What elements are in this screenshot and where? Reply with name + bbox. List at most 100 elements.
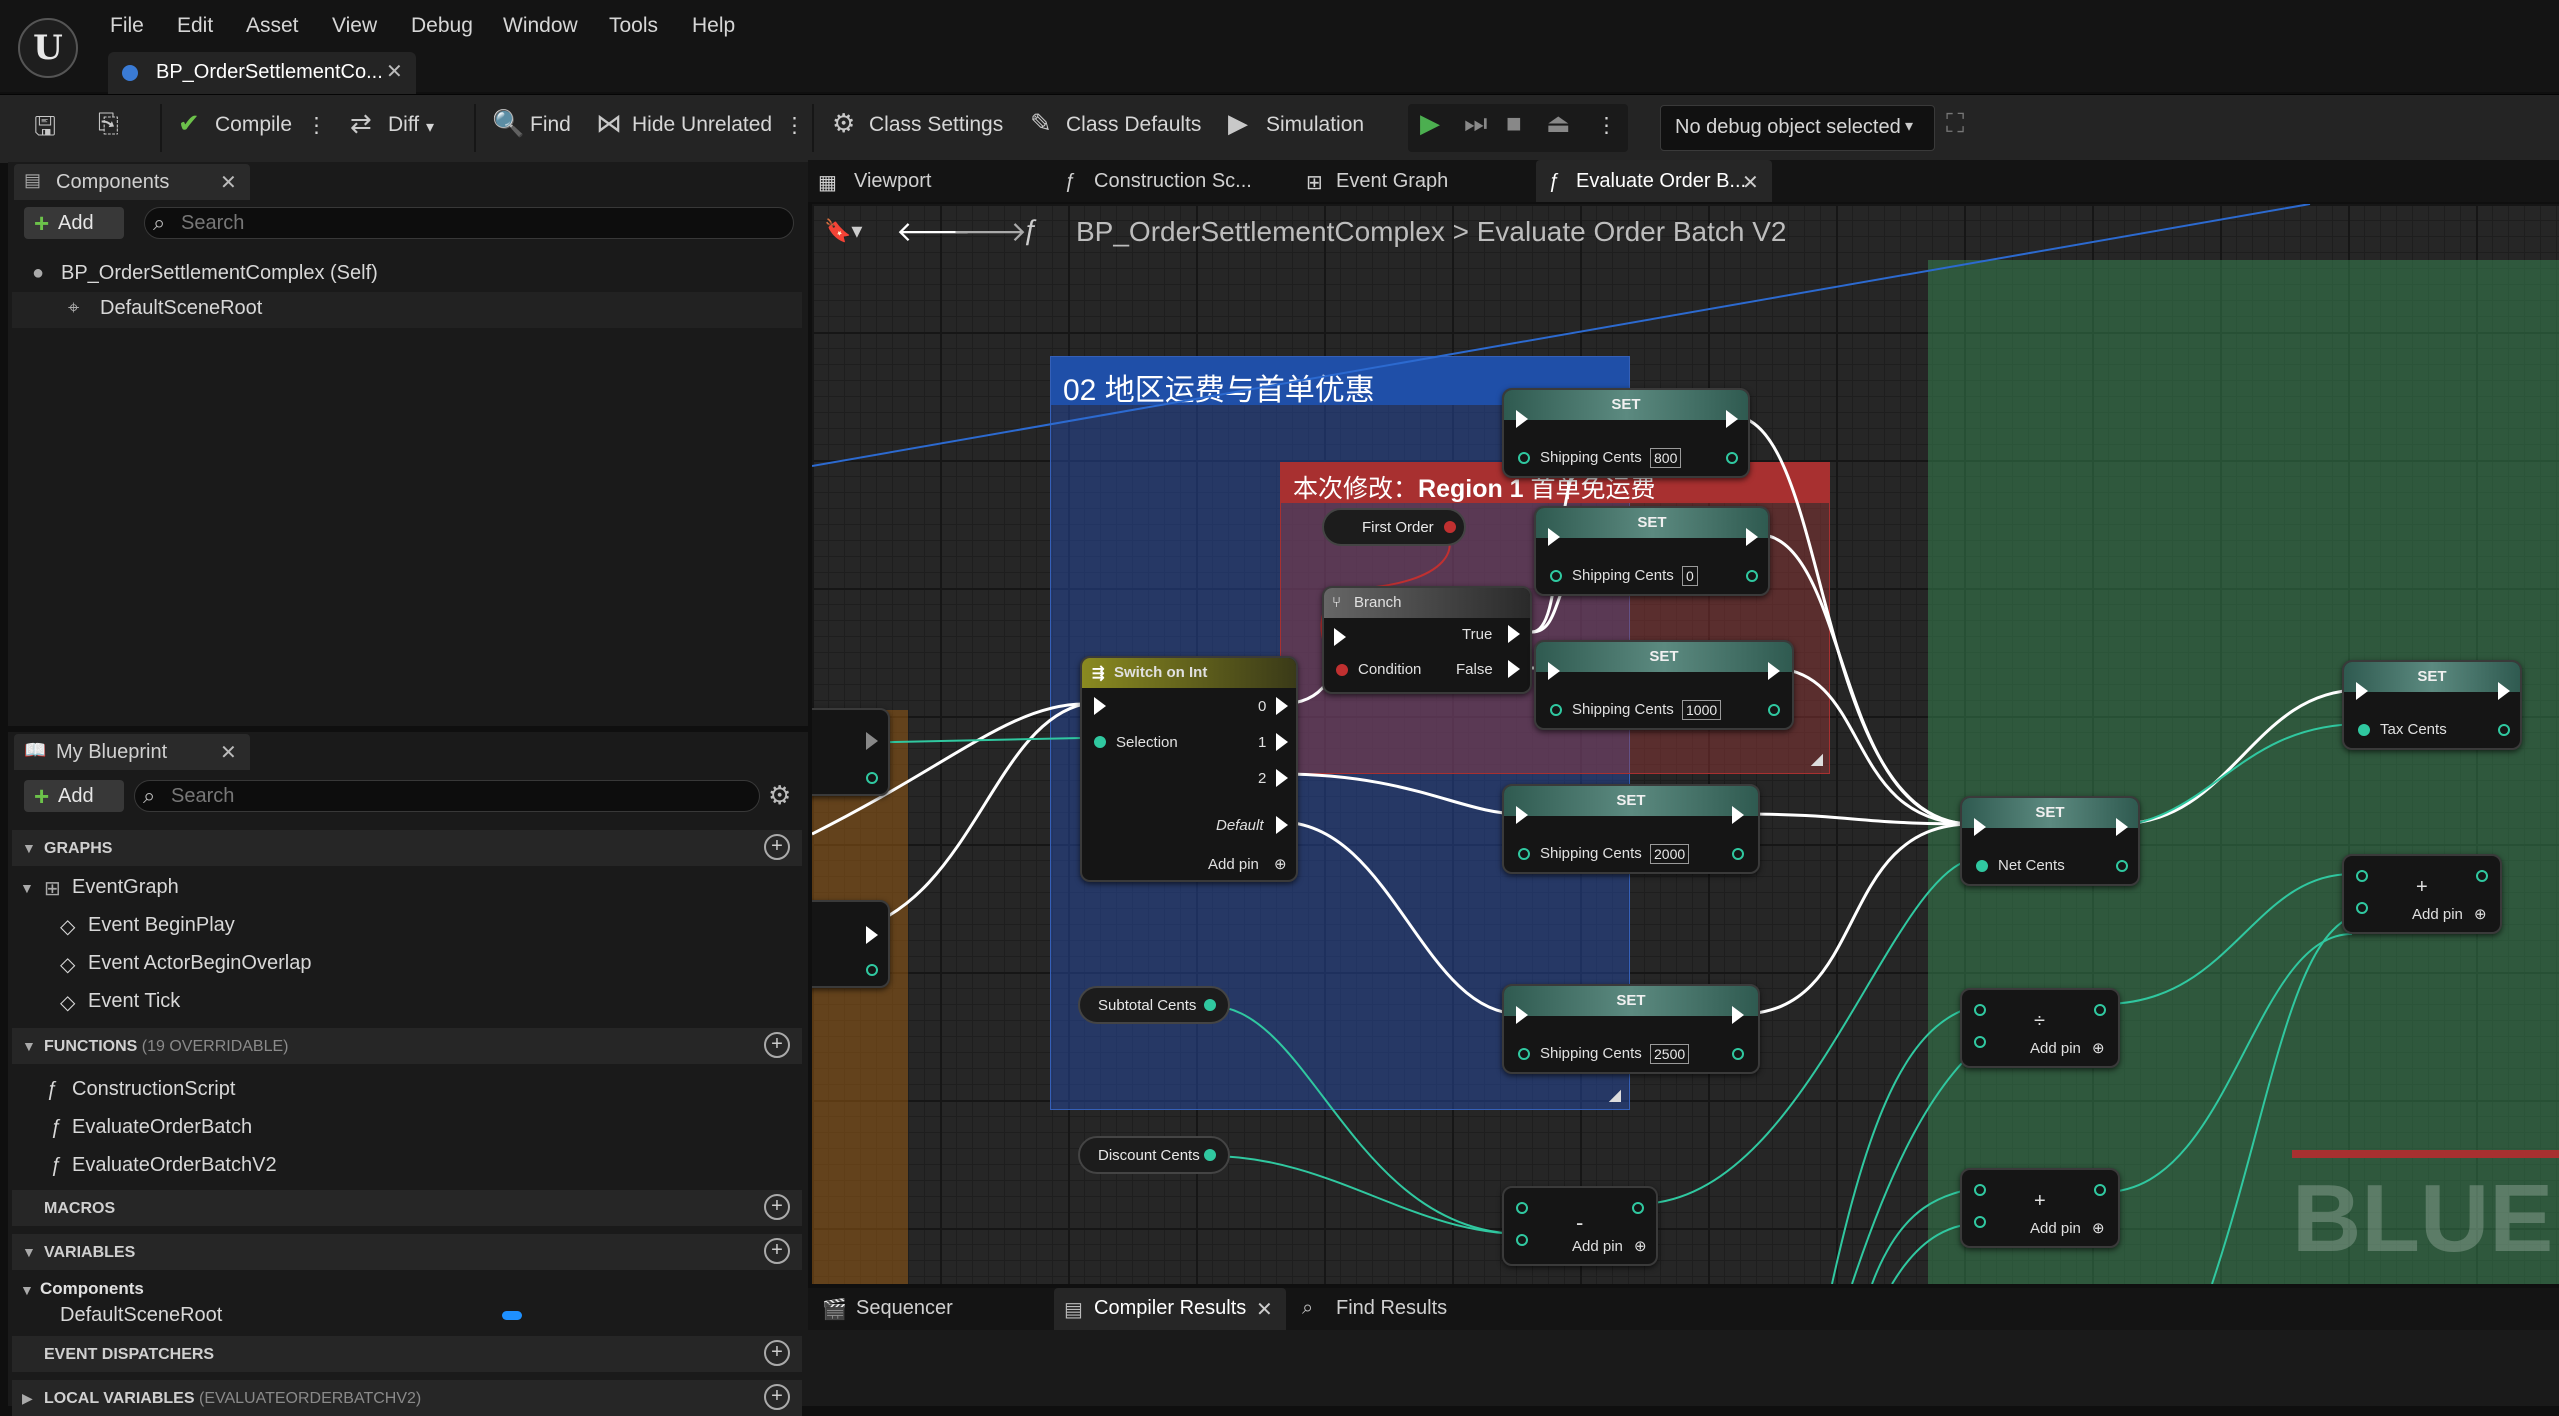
node-set-shipping-2000[interactable]: SET Shipping Cents 2000: [1502, 784, 1760, 874]
diff-icon[interactable]: ⇄: [350, 108, 372, 139]
value-input[interactable]: 2500: [1650, 1044, 1690, 1064]
stop-icon[interactable]: ■: [1506, 108, 1522, 139]
true-pin[interactable]: [1508, 625, 1520, 643]
variable-category[interactable]: Components: [40, 1279, 144, 1299]
exec-in-pin[interactable]: [1548, 662, 1560, 680]
float-out-pin[interactable]: [1204, 1149, 1216, 1161]
add-circle-icon[interactable]: +: [764, 1340, 790, 1366]
menu-asset[interactable]: Asset: [246, 14, 299, 38]
exec-in-pin[interactable]: [1516, 1006, 1528, 1024]
my-blueprint-add-button[interactable]: + Add: [24, 780, 124, 812]
variables-section[interactable]: ▼ VARIABLES +: [12, 1234, 802, 1270]
diff-button[interactable]: Diff: [388, 113, 419, 137]
add-circle-icon[interactable]: +: [764, 834, 790, 860]
edit-pen-icon[interactable]: ✎: [1030, 108, 1052, 139]
exec-out-pin[interactable]: [866, 732, 878, 750]
float-in-pin[interactable]: [1516, 1234, 1528, 1246]
add-pin-button[interactable]: Add pin: [2030, 1040, 2081, 1057]
float-out-pin[interactable]: [1204, 999, 1216, 1011]
hide-unrelated-button[interactable]: Hide Unrelated: [632, 113, 772, 137]
node-offscreen-2[interactable]: [812, 900, 890, 988]
hide-unrelated-icon[interactable]: ⋈: [596, 108, 622, 139]
find-button[interactable]: Find: [530, 113, 571, 137]
case-2-pin[interactable]: [1276, 769, 1288, 787]
value-input[interactable]: 0: [1682, 566, 1698, 586]
collapse-icon[interactable]: ▼: [20, 1282, 34, 1298]
float-out-pin[interactable]: [1732, 1048, 1744, 1060]
node-set-shipping-800[interactable]: SET Shipping Cents 800: [1502, 388, 1750, 478]
simulation-icon[interactable]: ▶: [1228, 108, 1248, 139]
close-icon[interactable]: ✕: [1256, 1297, 1273, 1322]
menu-file[interactable]: File: [110, 14, 144, 38]
value-input[interactable]: 800: [1650, 448, 1682, 468]
node-set-net-cents[interactable]: SET Net Cents: [1960, 796, 2140, 886]
class-defaults-button[interactable]: Class Defaults: [1066, 113, 1201, 137]
play-options-icon[interactable]: ⋮: [1596, 113, 1617, 138]
debug-filter-icon[interactable]: ⛶: [1946, 108, 1964, 140]
bookmark-icon[interactable]: 🔖▾: [824, 218, 862, 244]
collapse-icon[interactable]: ▼: [20, 880, 34, 896]
node-set-shipping-1000[interactable]: SET Shipping Cents 1000: [1534, 640, 1794, 730]
function-evaluate-order-batch-v2[interactable]: EvaluateOrderBatchV2: [72, 1154, 277, 1177]
float-in-pin[interactable]: [1974, 1036, 1986, 1048]
float-out-pin[interactable]: [1768, 704, 1780, 716]
graphs-section[interactable]: ▼ GRAPHS +: [12, 830, 802, 866]
float-in-pin[interactable]: [1974, 1004, 1986, 1016]
tab-compiler-results[interactable]: Compiler Results: [1094, 1297, 1246, 1320]
components-tab[interactable]: ▤ Components ✕: [14, 164, 250, 200]
menu-edit[interactable]: Edit: [177, 14, 213, 38]
save-icon[interactable]: 🖫: [34, 108, 56, 152]
add-pin-button[interactable]: Add pin: [1572, 1238, 1623, 1255]
forward-arrow-icon[interactable]: 🡒: [952, 214, 1027, 248]
add-circle-icon[interactable]: ⊕: [2092, 1219, 2105, 1237]
tab-find-results[interactable]: Find Results: [1336, 1297, 1447, 1320]
node-set-shipping-2500[interactable]: SET Shipping Cents 2500: [1502, 984, 1760, 1074]
value-input[interactable]: 2000: [1650, 844, 1690, 864]
bool-out-pin[interactable]: [1444, 521, 1456, 533]
float-out-pin[interactable]: [1632, 1202, 1644, 1214]
float-out-pin[interactable]: [2094, 1004, 2106, 1016]
node-first-order[interactable]: First Order: [1322, 508, 1466, 546]
tab-evaluate-order-batch[interactable]: ƒ Evaluate Order B... ✕: [1536, 160, 1772, 202]
my-blueprint-search-input[interactable]: ⌕ Search: [134, 780, 760, 812]
close-icon[interactable]: ✕: [220, 740, 237, 765]
variable-default-scene-root[interactable]: DefaultSceneRoot: [60, 1304, 222, 1327]
exec-out-pin[interactable]: [1732, 1006, 1744, 1024]
menu-help[interactable]: Help: [692, 14, 735, 38]
node-set-shipping-0[interactable]: SET Shipping Cents 0: [1534, 506, 1770, 596]
float-in-pin[interactable]: [1516, 1202, 1528, 1214]
debug-object-select[interactable]: No debug object selected ▾: [1660, 105, 1935, 151]
float-in-pin[interactable]: [1550, 570, 1562, 582]
exec-out-pin[interactable]: [2116, 818, 2128, 836]
exec-in-pin[interactable]: [2356, 682, 2368, 700]
exec-in-pin[interactable]: [1974, 818, 1986, 836]
eject-icon[interactable]: ⏏: [1546, 108, 1571, 139]
compile-button[interactable]: Compile: [215, 113, 292, 137]
int-out-pin[interactable]: [866, 772, 878, 784]
exec-in-pin[interactable]: [1094, 697, 1106, 715]
close-icon[interactable]: ✕: [1742, 170, 1759, 195]
float-out-pin[interactable]: [866, 964, 878, 976]
component-self[interactable]: BP_OrderSettlementComplex (Self): [61, 262, 378, 285]
menu-tools[interactable]: Tools: [609, 14, 658, 38]
my-blueprint-tab[interactable]: 📖 My Blueprint ✕: [14, 734, 250, 770]
menu-debug[interactable]: Debug: [411, 14, 473, 38]
components-search-input[interactable]: ⌕ Search: [144, 207, 794, 239]
compile-options-icon[interactable]: ⋮: [306, 113, 327, 138]
float-in-pin[interactable]: [1518, 848, 1530, 860]
float-out-pin[interactable]: [2498, 724, 2510, 736]
exec-out-pin[interactable]: [1726, 410, 1738, 428]
add-pin-button[interactable]: Add pin: [2030, 1220, 2081, 1237]
function-evaluate-order-batch[interactable]: EvaluateOrderBatch: [72, 1116, 252, 1139]
float-in-pin[interactable]: [1518, 1048, 1530, 1060]
exec-out-pin[interactable]: [1732, 806, 1744, 824]
chevron-down-icon[interactable]: ▾: [426, 117, 434, 137]
add-pin-button[interactable]: Add pin: [1208, 856, 1259, 873]
add-pin-button[interactable]: Add pin: [2412, 906, 2463, 923]
tab-construction-script[interactable]: ƒ Construction Sc...: [1060, 160, 1284, 202]
float-out-pin[interactable]: [2094, 1184, 2106, 1196]
add-circle-icon[interactable]: +: [764, 1194, 790, 1220]
close-icon[interactable]: ✕: [386, 59, 403, 84]
float-in-pin[interactable]: [2356, 870, 2368, 882]
default-pin[interactable]: [1276, 816, 1288, 834]
